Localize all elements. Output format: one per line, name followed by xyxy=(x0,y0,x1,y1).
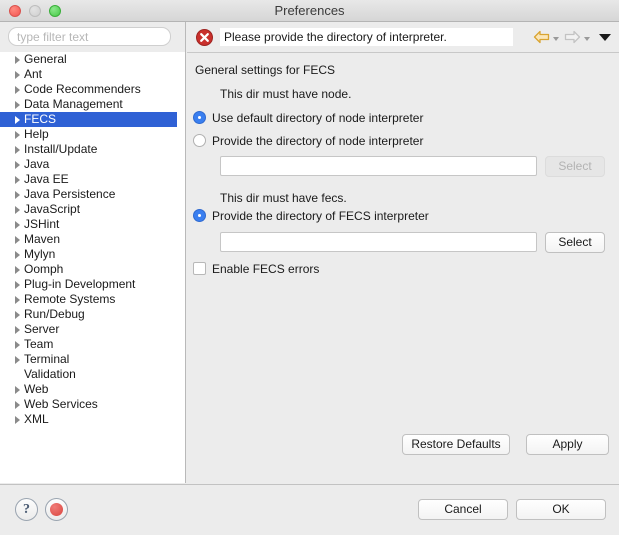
sidebar-item-label: Maven xyxy=(24,232,61,246)
sidebar-item-label: XML xyxy=(24,412,49,426)
radio-button-on-icon[interactable] xyxy=(193,111,206,124)
sidebar-item-java-persistence[interactable]: Java Persistence xyxy=(0,187,185,202)
preferences-window: Preferences GeneralAntCode RecommendersD… xyxy=(0,0,619,535)
sidebar-item-javascript[interactable]: JavaScript xyxy=(0,202,185,217)
sidebar-item-ant[interactable]: Ant xyxy=(0,67,185,82)
ok-button[interactable]: OK xyxy=(516,499,606,520)
preferences-tree[interactable]: General Ant Code Recommenders Data Manageme… xyxy=(0,52,185,483)
sidebar-item-label: JSHint xyxy=(24,217,60,231)
sidebar-item-label: Web Services xyxy=(24,397,98,411)
sidebar-item-label: Team xyxy=(24,337,54,351)
sidebar-item-label: Java xyxy=(24,157,50,171)
sidebar-item-validation[interactable]: Validation xyxy=(0,367,185,382)
enable-fecs-errors-checkbox-row[interactable]: Enable FECS errors xyxy=(193,261,319,277)
sidebar-item-run-debug[interactable]: Run/Debug xyxy=(0,307,185,322)
apply-button[interactable]: Apply xyxy=(526,434,609,455)
node-hint-label: This dir must have node. xyxy=(220,87,352,101)
preferences-content-panel: Please provide the directory of interpre… xyxy=(187,22,619,483)
sidebar-item-web[interactable]: Web xyxy=(0,382,185,397)
sidebar-item-label: FECS xyxy=(24,112,57,126)
help-icon[interactable]: ? xyxy=(15,498,38,521)
sidebar-item-team[interactable]: Team xyxy=(0,337,185,352)
radio-button-off-icon[interactable] xyxy=(193,134,206,147)
fecs-directory-input[interactable] xyxy=(220,232,537,252)
sidebar-item-label: Oomph xyxy=(24,262,64,276)
forward-arrow-icon xyxy=(564,30,581,44)
navigation-arrows xyxy=(533,27,611,47)
sidebar-item-label: Code Recommenders xyxy=(24,82,141,96)
checkbox-unchecked-icon[interactable] xyxy=(193,262,206,275)
radio-provide-node[interactable]: Provide the directory of node interprete… xyxy=(193,133,423,149)
filter-input[interactable] xyxy=(8,27,171,46)
sidebar-item-label: Data Management xyxy=(24,97,123,111)
sidebar-item-terminal[interactable]: Terminal xyxy=(0,352,185,367)
record-icon[interactable] xyxy=(45,498,68,521)
sidebar-item-fecs[interactable]: FECS xyxy=(0,112,177,127)
sidebar-item-label: Install/Update xyxy=(24,142,98,156)
cancel-button[interactable]: Cancel xyxy=(418,499,508,520)
fecs-select-button[interactable]: Select xyxy=(545,232,605,253)
restore-defaults-button[interactable]: Restore Defaults xyxy=(402,434,510,455)
back-history-caret-icon[interactable] xyxy=(553,36,559,41)
sidebar-item-label: Web xyxy=(24,382,49,396)
sidebar-item-label: Help xyxy=(24,127,49,141)
enable-fecs-errors-label: Enable FECS errors xyxy=(212,262,320,276)
sidebar-item-label: Terminal xyxy=(24,352,70,366)
sidebar-item-help[interactable]: Help xyxy=(0,127,185,142)
radio-provide-fecs-label: Provide the directory of FECS interprete… xyxy=(212,209,429,223)
preferences-tree-panel: GeneralAntCode RecommendersData Manageme… xyxy=(0,22,186,483)
node-select-button[interactable]: Select xyxy=(545,156,605,177)
sidebar-item-label: Mylyn xyxy=(24,247,56,261)
sidebar-item-label: Remote Systems xyxy=(24,292,116,306)
window-title: Preferences xyxy=(274,3,345,18)
sidebar-item-data-management[interactable]: Data Management xyxy=(0,97,185,112)
filter-bar xyxy=(0,22,185,52)
radio-button-on-icon[interactable] xyxy=(193,209,206,222)
sidebar-item-java[interactable]: Java xyxy=(0,157,185,172)
error-icon xyxy=(196,29,213,46)
dropdown-arrow-icon[interactable] xyxy=(599,34,611,41)
sidebar-item-server[interactable]: Server xyxy=(0,322,185,337)
sidebar-item-label: JavaScript xyxy=(24,202,81,216)
sidebar-item-label: General xyxy=(24,52,67,66)
radio-use-default-node[interactable]: Use default directory of node interprete… xyxy=(193,110,423,126)
sidebar-item-label: Java Persistence xyxy=(24,187,116,201)
radio-use-default-node-label: Use default directory of node interprete… xyxy=(212,111,424,125)
sidebar-item-oomph[interactable]: Oomph xyxy=(0,262,185,277)
sidebar-item-code-recommenders[interactable]: Code Recommenders xyxy=(0,82,185,97)
fecs-hint-label: This dir must have fecs. xyxy=(220,191,347,205)
section-title: General settings for FECS xyxy=(195,63,336,77)
sidebar-item-label: Run/Debug xyxy=(24,307,85,321)
sidebar-item-xml[interactable]: XML xyxy=(0,412,185,427)
back-arrow-icon[interactable] xyxy=(533,30,550,44)
sidebar-item-install-update[interactable]: Install/Update xyxy=(0,142,185,157)
sidebar-item-plug-in-development[interactable]: Plug-in Development xyxy=(0,277,185,292)
sidebar-item-web-services[interactable]: Web Services xyxy=(0,397,185,412)
title-bar: Preferences xyxy=(0,0,619,22)
sidebar-item-label: Plug-in Development xyxy=(24,277,136,291)
message-text: Please provide the directory of interpre… xyxy=(220,28,513,46)
sidebar-item-jshint[interactable]: JSHint xyxy=(0,217,185,232)
node-directory-input[interactable] xyxy=(220,156,537,176)
sidebar-item-maven[interactable]: Maven xyxy=(0,232,185,247)
forward-history-caret-icon[interactable] xyxy=(584,36,590,41)
sidebar-item-label: Validation xyxy=(24,367,76,381)
sidebar-item-label: Server xyxy=(24,322,60,336)
sidebar-item-label: Java EE xyxy=(24,172,69,186)
radio-provide-node-label: Provide the directory of node interprete… xyxy=(212,134,424,148)
sidebar-item-mylyn[interactable]: Mylyn xyxy=(0,247,185,262)
message-bar: Please provide the directory of interpre… xyxy=(187,22,619,53)
sidebar-item-remote-systems[interactable]: Remote Systems xyxy=(0,292,185,307)
sidebar-item-general[interactable]: General xyxy=(0,52,185,67)
sidebar-item-label: Ant xyxy=(24,67,43,81)
sidebar-item-java-ee[interactable]: Java EE xyxy=(0,172,185,187)
radio-provide-fecs[interactable]: Provide the directory of FECS interprete… xyxy=(193,208,429,224)
